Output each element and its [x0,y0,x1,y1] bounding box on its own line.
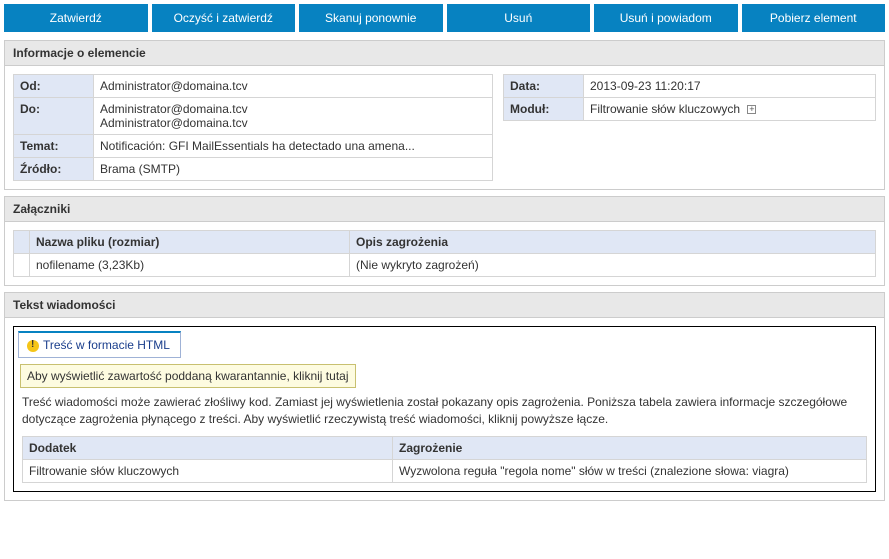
delete-notify-button[interactable]: Usuń i powiadom [594,4,738,32]
message-panel: Tekst wiadomości Treść w formacie HTML A… [4,292,885,501]
attachments-col-blank [14,231,30,254]
date-label: Data: [504,75,584,98]
threat-value: Wyzwolona reguła "regola nome" słów w tr… [393,459,867,482]
subject-label: Temat: [14,135,94,158]
expand-icon[interactable]: + [747,105,756,114]
threat-col-threat: Zagrożenie [393,436,867,459]
attachments-panel: Załączniki Nazwa pliku (rozmiar) Opis za… [4,196,885,286]
attachment-threat: (Nie wykryto zagrożeń) [350,254,876,277]
module-value: Filtrowanie słów kluczowych + [584,98,876,121]
download-button[interactable]: Pobierz element [742,4,886,32]
subject-value: Notificación: GFI MailEssentials ha dete… [94,135,493,158]
clean-approve-button[interactable]: Oczyść i zatwierdź [152,4,296,32]
message-warning-text: Treść wiadomości może zawierać złośliwy … [14,394,875,436]
attachments-header: Załączniki [5,197,884,222]
table-row: nofilename (3,23Kb) (Nie wykryto zagroże… [14,254,876,277]
item-info-right-table: Data: 2013-09-23 11:20:17 Moduł: Filtrow… [503,74,876,121]
item-info-panel: Informacje o elemencie Od: Administrator… [4,40,885,190]
to-label: Do: [14,98,94,135]
attachments-table: Nazwa pliku (rozmiar) Opis zagrożenia no… [13,230,876,277]
from-value: Administrator@domaina.tcv [94,75,493,98]
warning-icon [27,340,39,352]
source-label: Źródło: [14,158,94,181]
approve-button[interactable]: Zatwierdź [4,4,148,32]
to-value: Administrator@domaina.tcv Administrator@… [94,98,493,135]
threat-addon-value: Filtrowanie słów kluczowych [23,459,393,482]
item-info-left-table: Od: Administrator@domaina.tcv Do: Admini… [13,74,493,181]
table-row: Filtrowanie słów kluczowych Wyzwolona re… [23,459,867,482]
attachment-filename: nofilename (3,23Kb) [30,254,350,277]
rescan-button[interactable]: Skanuj ponownie [299,4,443,32]
date-value: 2013-09-23 11:20:17 [584,75,876,98]
message-header: Tekst wiadomości [5,293,884,318]
action-toolbar: Zatwierdź Oczyść i zatwierdź Skanuj pono… [4,4,885,32]
threat-col-addon: Dodatek [23,436,393,459]
message-body-frame: Treść w formacie HTML Aby wyświetlić zaw… [13,326,876,492]
source-value: Brama (SMTP) [94,158,493,181]
attachments-col-file: Nazwa pliku (rozmiar) [30,231,350,254]
view-quarantine-link[interactable]: Aby wyświetlić zawartość poddaną kwarant… [20,364,356,388]
item-info-header: Informacje o elemencie [5,41,884,66]
delete-button[interactable]: Usuń [447,4,591,32]
from-label: Od: [14,75,94,98]
tab-html-content[interactable]: Treść w formacie HTML [18,331,181,358]
threat-table: Dodatek Zagrożenie Filtrowanie słów kluc… [22,436,867,483]
attachments-col-threat: Opis zagrożenia [350,231,876,254]
module-label: Moduł: [504,98,584,121]
